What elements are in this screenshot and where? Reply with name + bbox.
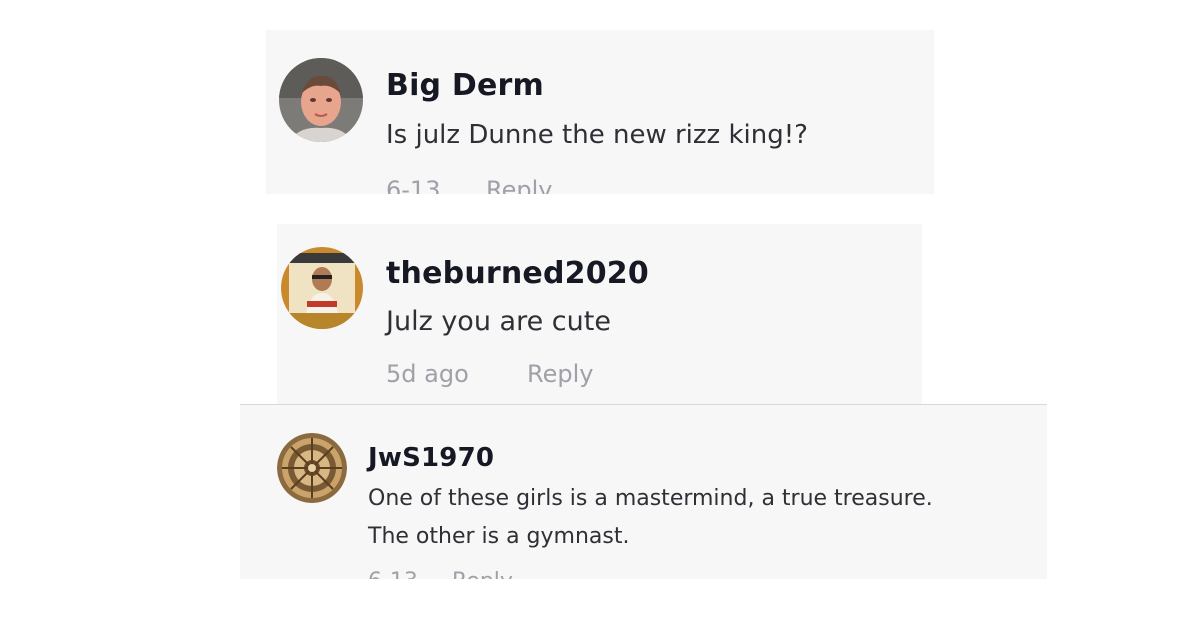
comment-text: Julz you are cute — [386, 306, 611, 337]
reply-button[interactable]: Reply — [452, 569, 513, 579]
comment-text: Is julz Dunne the new rizz king!? — [386, 120, 808, 150]
comment-date: 6-13 — [386, 176, 441, 194]
reply-button[interactable]: Reply — [486, 176, 552, 194]
comment-text-line: One of these girls is a mastermind, a tr… — [368, 486, 933, 511]
comment-date: 6-13 — [368, 569, 418, 579]
user-avatar-icon[interactable] — [277, 433, 347, 503]
comment-date: 5d ago — [386, 360, 469, 388]
comment-username[interactable]: theburned2020 — [386, 256, 649, 291]
comment-username[interactable]: JwS1970 — [368, 443, 494, 473]
user-avatar-icon[interactable] — [281, 247, 363, 329]
comment-card: theburned2020 Julz you are cute 5d ago R… — [277, 224, 922, 404]
comment-text-line: The other is a gymnast. — [368, 524, 630, 549]
comment-card: JwS1970 One of these girls is a mastermi… — [240, 404, 1047, 579]
comment-username[interactable]: Big Derm — [386, 68, 544, 103]
reply-button[interactable]: Reply — [527, 360, 593, 388]
comment-card: Big Derm Is julz Dunne the new rizz king… — [266, 30, 934, 194]
user-avatar-icon[interactable] — [279, 58, 363, 142]
